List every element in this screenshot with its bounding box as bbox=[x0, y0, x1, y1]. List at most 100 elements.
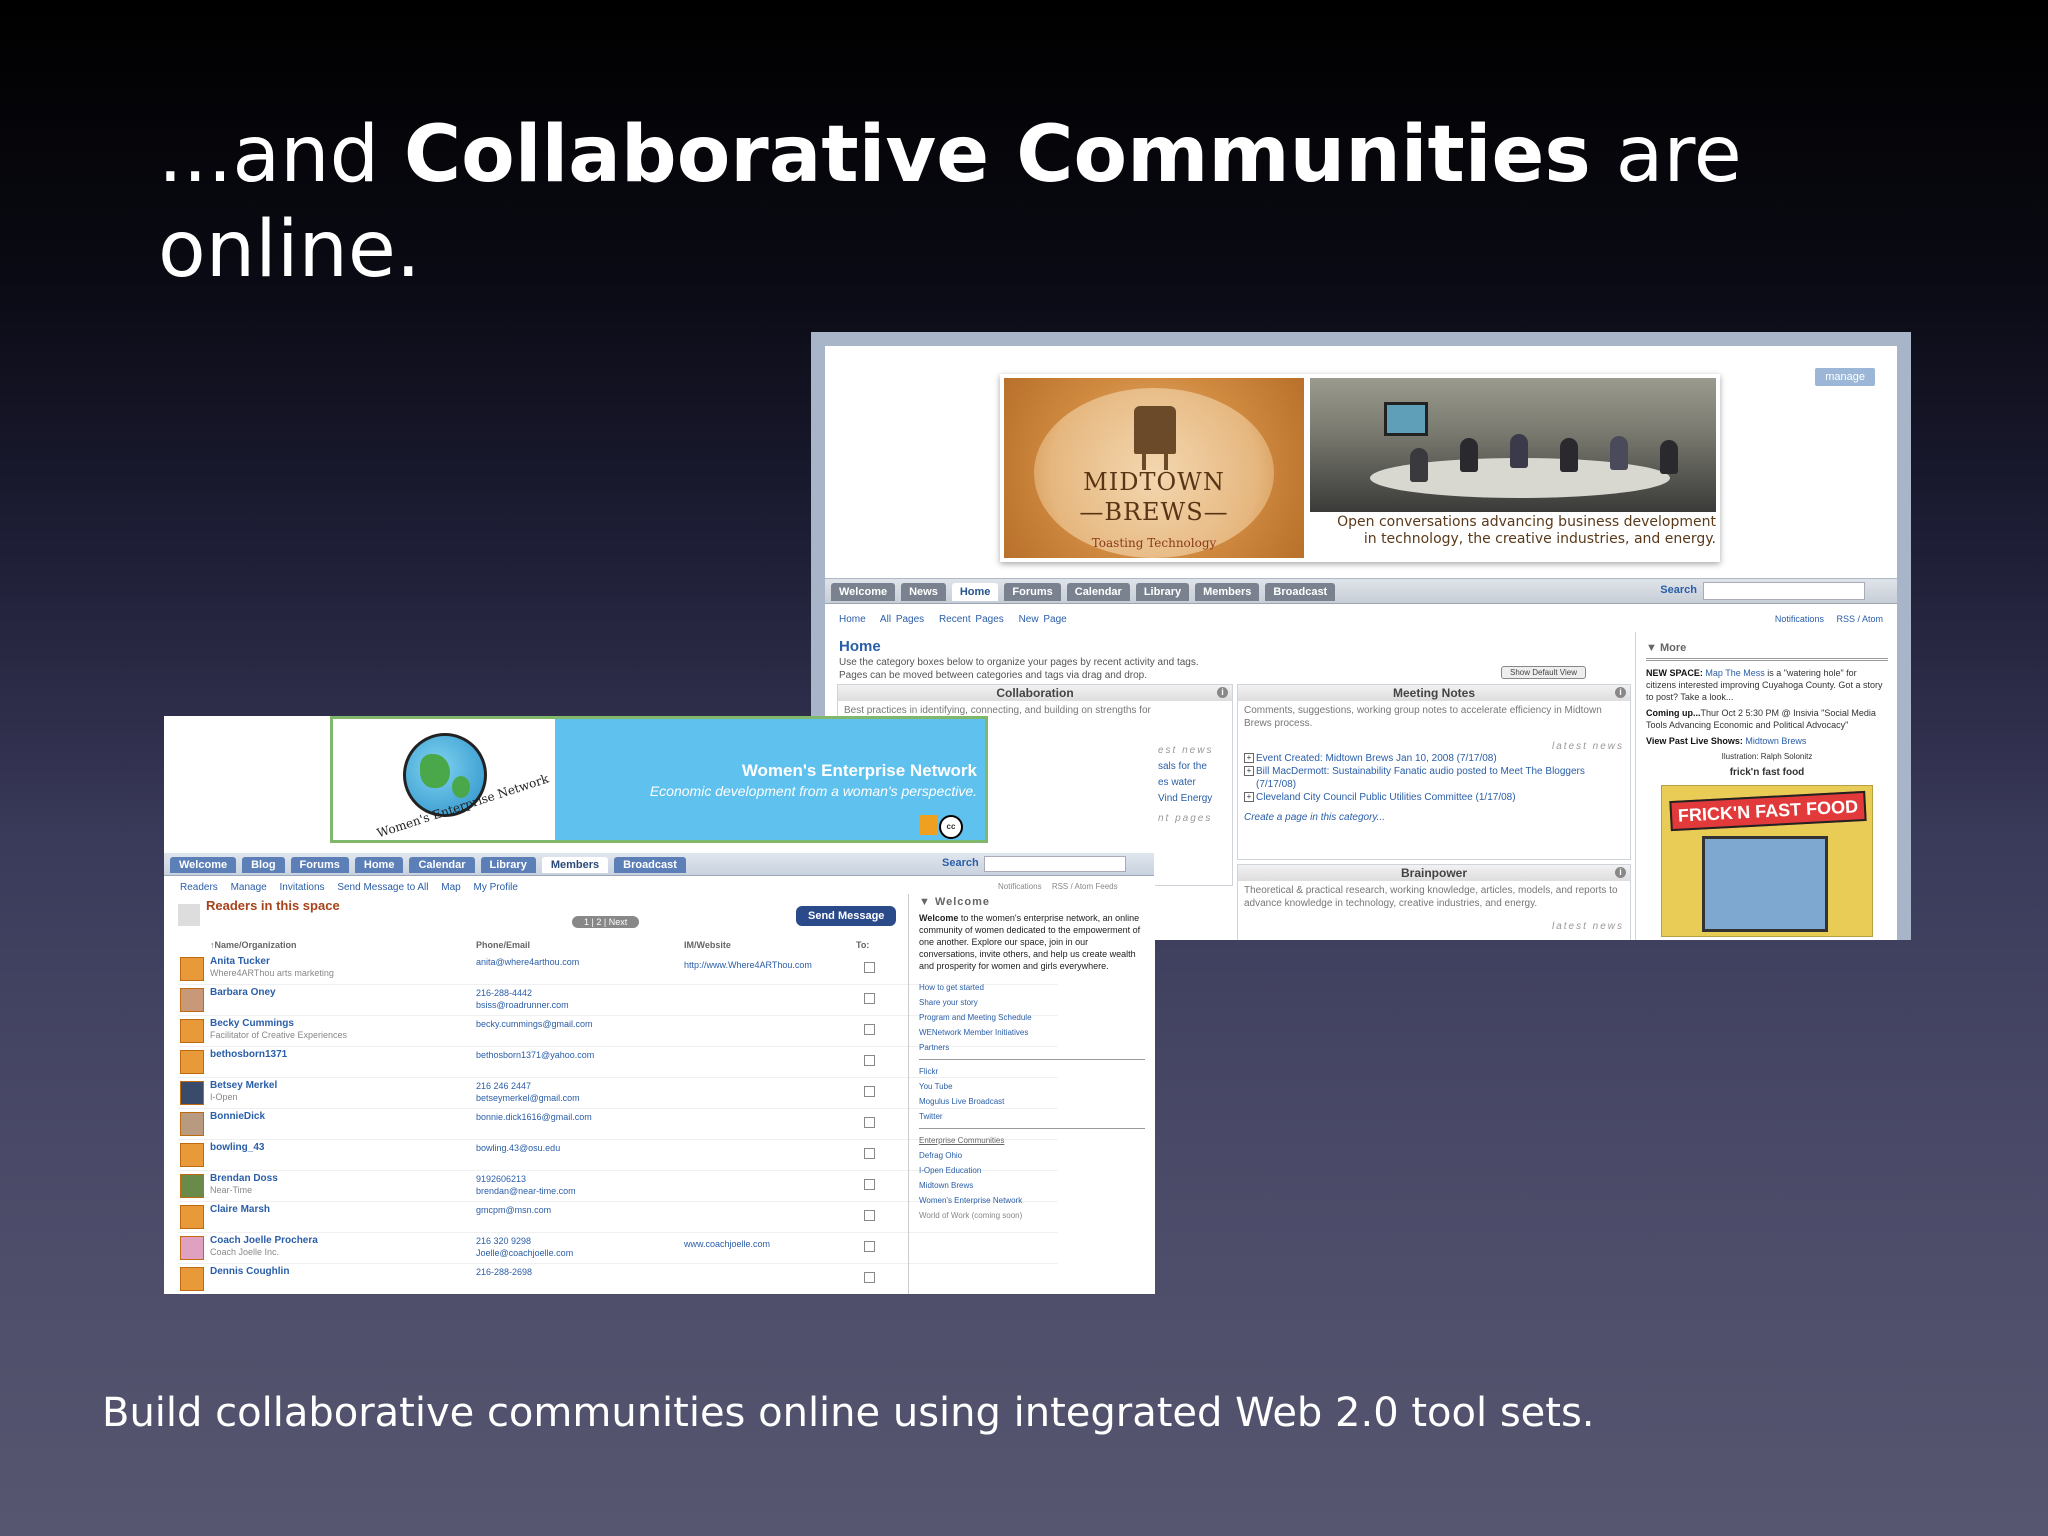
member-email[interactable]: bowling.43@osu.edu bbox=[476, 1142, 560, 1154]
search-input[interactable] bbox=[984, 856, 1126, 872]
sidebar-link[interactable]: Program and Meeting Schedule bbox=[919, 1010, 1145, 1025]
search-input[interactable] bbox=[1703, 582, 1865, 600]
member-name[interactable]: Betsey Merkel bbox=[210, 1080, 277, 1091]
tab-home[interactable]: Home bbox=[951, 583, 999, 601]
sidebar-link[interactable]: Twitter bbox=[919, 1109, 1145, 1124]
member-name[interactable]: bowling_43 bbox=[210, 1142, 264, 1153]
member-website[interactable]: http://www.Where4ARThou.com bbox=[684, 960, 812, 970]
member-email[interactable]: bethosborn1371@yahoo.com bbox=[476, 1049, 594, 1061]
member-email[interactable]: betseymerkel@gmail.com bbox=[476, 1092, 580, 1104]
select-checkbox[interactable] bbox=[864, 1272, 875, 1283]
sidebar-link[interactable]: You Tube bbox=[919, 1079, 1145, 1094]
event-item[interactable]: Event Created: Midtown Brews Jan 10, 200… bbox=[1238, 752, 1630, 765]
sidebar-link[interactable]: Midtown Brews bbox=[919, 1178, 1145, 1193]
sidebar-link[interactable]: How to get started bbox=[919, 980, 1145, 995]
tab-calendar[interactable]: Calendar bbox=[1066, 583, 1130, 601]
create-page-link[interactable]: Create a page in this category... bbox=[1238, 804, 1630, 823]
tab-forums[interactable]: Forums bbox=[290, 857, 349, 873]
avatar[interactable] bbox=[180, 957, 204, 981]
member-email[interactable]: becky.cummings@gmail.com bbox=[476, 1018, 593, 1030]
more-header[interactable]: ▼ More bbox=[1646, 642, 1888, 661]
member-name[interactable]: Coach Joelle Prochera bbox=[210, 1235, 318, 1246]
tab-members[interactable]: Members bbox=[541, 857, 609, 873]
member-email[interactable]: Joelle@coachjoelle.com bbox=[476, 1247, 573, 1259]
notifications-link[interactable]: Notifications bbox=[998, 882, 1042, 891]
select-checkbox[interactable] bbox=[864, 1086, 875, 1097]
avatar[interactable] bbox=[180, 1081, 204, 1105]
subnav-invitations[interactable]: Invitations bbox=[280, 882, 325, 893]
sidebar-link[interactable]: Defrag Ohio bbox=[919, 1148, 1145, 1163]
select-checkbox[interactable] bbox=[864, 1117, 875, 1128]
subnav-recent-pages[interactable]: Recent Pages bbox=[939, 614, 1004, 625]
map-the-mess-link[interactable]: Map The Mess bbox=[1705, 668, 1764, 678]
subnav-new-page[interactable]: New Page bbox=[1019, 614, 1067, 625]
tab-library[interactable]: Library bbox=[480, 857, 536, 873]
member-name[interactable]: Becky Cummings bbox=[210, 1018, 294, 1029]
avatar[interactable] bbox=[180, 1112, 204, 1136]
select-checkbox[interactable] bbox=[864, 1148, 875, 1159]
avatar[interactable] bbox=[180, 1143, 204, 1167]
comic-image[interactable]: FRICK'N FAST FOOD bbox=[1661, 785, 1873, 937]
member-name[interactable]: Brendan Doss bbox=[210, 1173, 278, 1184]
sidebar-link[interactable]: WENetwork Member Initiatives bbox=[919, 1025, 1145, 1040]
rss-link[interactable]: RSS / Atom Feeds bbox=[1052, 882, 1118, 891]
member-name[interactable]: Claire Marsh bbox=[210, 1204, 270, 1215]
sidebar-link[interactable]: Flickr bbox=[919, 1064, 1145, 1079]
tab-welcome[interactable]: Welcome bbox=[170, 857, 237, 873]
select-checkbox[interactable] bbox=[864, 962, 875, 973]
select-checkbox[interactable] bbox=[864, 993, 875, 1004]
select-checkbox[interactable] bbox=[864, 1241, 875, 1252]
avatar[interactable] bbox=[180, 1236, 204, 1260]
pager[interactable]: 1 | 2 | Next bbox=[572, 916, 640, 928]
member-email[interactable]: gmcpm@msn.com bbox=[476, 1204, 551, 1216]
member-name[interactable]: BonnieDick bbox=[210, 1111, 265, 1122]
subnav-map[interactable]: Map bbox=[441, 882, 460, 893]
member-email[interactable]: bsiss@roadrunner.com bbox=[476, 999, 569, 1011]
member-name[interactable]: Barbara Oney bbox=[210, 987, 276, 998]
member-website[interactable]: www.coachjoelle.com bbox=[684, 1239, 770, 1249]
avatar[interactable] bbox=[180, 988, 204, 1012]
tab-welcome[interactable]: Welcome bbox=[831, 583, 896, 601]
select-checkbox[interactable] bbox=[864, 1210, 875, 1221]
avatar[interactable] bbox=[180, 1267, 204, 1291]
member-name[interactable]: Anita Tucker bbox=[210, 956, 270, 967]
tab-members[interactable]: Members bbox=[1195, 583, 1260, 601]
tab-blog[interactable]: Blog bbox=[242, 857, 285, 873]
subnav-home[interactable]: Home bbox=[839, 614, 866, 625]
select-checkbox[interactable] bbox=[864, 1179, 875, 1190]
info-icon[interactable]: i bbox=[1615, 867, 1626, 878]
send-message-button[interactable]: Send Message bbox=[796, 906, 897, 926]
subnav-send-all[interactable]: Send Message to All bbox=[337, 882, 428, 893]
tab-home[interactable]: Home bbox=[354, 857, 404, 873]
tab-calendar[interactable]: Calendar bbox=[409, 857, 475, 873]
info-icon[interactable]: i bbox=[1217, 687, 1228, 698]
subnav-manage[interactable]: Manage bbox=[231, 882, 267, 893]
avatar[interactable] bbox=[180, 1019, 204, 1043]
select-checkbox[interactable] bbox=[864, 1055, 875, 1066]
avatar[interactable] bbox=[180, 1205, 204, 1229]
select-checkbox[interactable] bbox=[864, 1024, 875, 1035]
subnav-all-pages[interactable]: All Pages bbox=[880, 614, 924, 625]
welcome-header[interactable]: ▼ Welcome bbox=[919, 896, 1145, 908]
avatar[interactable] bbox=[180, 1050, 204, 1074]
info-icon[interactable]: i bbox=[1615, 687, 1626, 698]
tab-news[interactable]: News bbox=[901, 583, 946, 601]
tab-library[interactable]: Library bbox=[1135, 583, 1190, 601]
tab-broadcast[interactable]: Broadcast bbox=[1265, 583, 1336, 601]
sidebar-link[interactable]: Partners bbox=[919, 1040, 1145, 1055]
midtown-brews-link[interactable]: Midtown Brews bbox=[1745, 736, 1806, 746]
sidebar-link[interactable]: Mogulus Live Broadcast bbox=[919, 1094, 1145, 1109]
col-header-name[interactable]: ↑Name/Organization bbox=[210, 940, 297, 950]
subnav-my-profile[interactable]: My Profile bbox=[474, 882, 518, 893]
tab-broadcast[interactable]: Broadcast bbox=[614, 857, 686, 873]
subnav-readers[interactable]: Readers bbox=[180, 882, 218, 893]
tab-forums[interactable]: Forums bbox=[1004, 583, 1061, 601]
member-name[interactable]: bethosborn1371 bbox=[210, 1049, 287, 1060]
manage-button[interactable]: manage bbox=[1815, 368, 1875, 386]
member-name[interactable]: Dennis Coughlin bbox=[210, 1266, 289, 1277]
sidebar-link[interactable]: Share your story bbox=[919, 995, 1145, 1010]
event-item[interactable]: Bill MacDermott: Sustainability Fanatic … bbox=[1238, 765, 1630, 791]
member-email[interactable]: anita@where4arthou.com bbox=[476, 956, 579, 968]
avatar[interactable] bbox=[180, 1174, 204, 1198]
event-item[interactable]: Cleveland City Council Public Utilities … bbox=[1238, 791, 1630, 804]
